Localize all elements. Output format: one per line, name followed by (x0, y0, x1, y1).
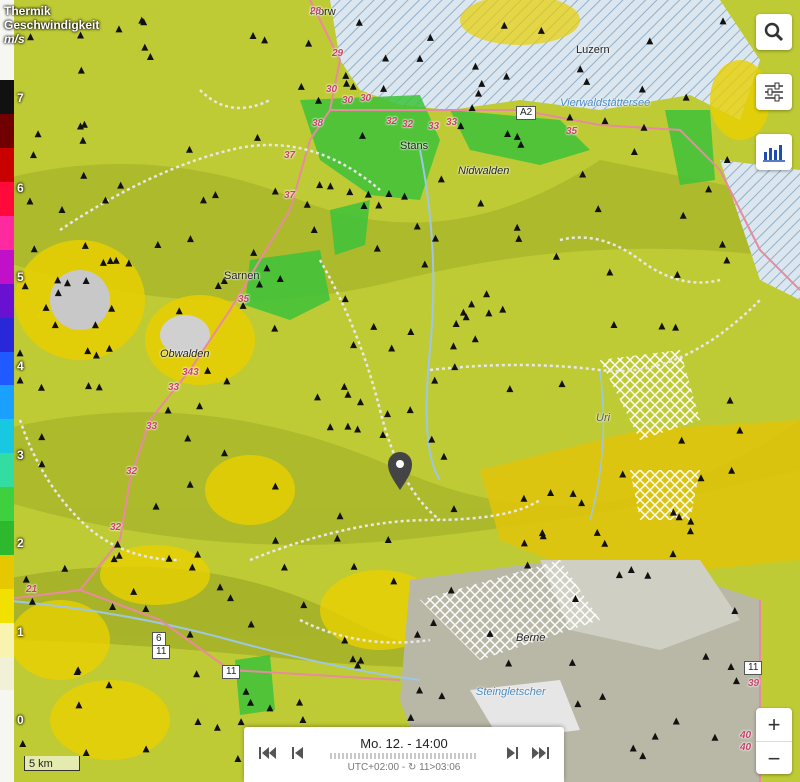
step-forward-icon (507, 747, 518, 759)
place-uri: Uri (596, 412, 611, 424)
legend-tick-3: 3 (17, 448, 24, 462)
place-berne: Berne (516, 632, 546, 644)
road-shield-11: 11 (152, 645, 171, 659)
road-number: 33 (146, 421, 158, 432)
road-shield-11: 11 (222, 665, 241, 679)
skip-back-icon (259, 747, 276, 759)
road-number: 35 (566, 126, 578, 137)
sliders-icon (765, 82, 783, 102)
timezone-label: UTC+02:00 - (347, 762, 408, 773)
place-luzern: Luzern (576, 44, 610, 56)
road-number: 32 (402, 119, 414, 130)
timeline-track[interactable] (330, 753, 478, 759)
next-frame-button[interactable] (500, 741, 524, 765)
legend-color-band (0, 317, 14, 352)
legend-color-band (0, 554, 14, 589)
road-number: 33 (428, 121, 440, 132)
chart-button[interactable] (756, 134, 792, 170)
legend-color-band (0, 249, 14, 284)
legend-tick-7: 7 (17, 91, 24, 105)
road-number: 343 (182, 367, 199, 378)
road-shield-6: 6 (152, 632, 166, 646)
place-nidwalden: Nidwalden (458, 165, 510, 177)
legend-color-band (0, 181, 14, 217)
road-number: 39 (748, 678, 760, 689)
road-number: 40 (740, 742, 752, 753)
legend-color-band (0, 147, 14, 183)
legend-unit: m/s (4, 32, 25, 46)
road-number: 32 (126, 466, 138, 477)
scale-bar: 5 km (24, 756, 80, 771)
legend-color-band (0, 215, 14, 250)
previous-frame-button[interactable] (286, 741, 310, 765)
update-time: 11>03:06 (419, 762, 461, 773)
road-number: 30 (342, 95, 354, 106)
road-number: 33 (446, 117, 458, 128)
legend-color-band (0, 622, 14, 657)
legend-color-band (0, 656, 14, 691)
legend-color-band (0, 80, 14, 115)
road-shield-a2: A2 (516, 106, 537, 120)
legend-title-line1: Thermik (4, 4, 51, 18)
legend-title: Thermik Geschwindigkeit m/s (4, 4, 99, 46)
legend-color-band (0, 351, 14, 386)
place-vierwaldstaettersee: Vierwaldstättersee (560, 97, 651, 109)
legend-tick-6: 6 (17, 181, 24, 195)
step-back-icon (292, 747, 303, 759)
zoom-control: + − (756, 708, 792, 774)
road-number: 32 (386, 116, 398, 127)
road-number: 40 (740, 730, 752, 741)
refresh-icon: ↻ (407, 762, 417, 773)
road-number: 30 (326, 84, 338, 95)
legend-tick-4: 4 (17, 359, 24, 373)
bar-chart-icon (763, 145, 785, 162)
place-sarnen: Sarnen (224, 270, 260, 282)
road-number: 38 (312, 118, 324, 129)
road-number: 35 (238, 294, 250, 305)
legend-bar (0, 0, 14, 782)
skip-forward-icon (532, 747, 549, 759)
zoom-in-button[interactable]: + (756, 708, 792, 742)
legend-color-band (0, 452, 14, 488)
road-number: 37 (284, 190, 296, 201)
map-canvas[interactable] (0, 0, 800, 782)
legend-tick-5: 5 (17, 270, 24, 284)
time-info: UTC+02:00 - ↻ 11>03:06 (324, 762, 484, 773)
legend-color-band (0, 385, 14, 420)
place-obwalden: Obwalden (160, 348, 210, 360)
legend-tick-2: 2 (17, 536, 24, 550)
time-bar: Mo. 12. - 14:00 UTC+02:00 - ↻ 11>03:06 (244, 727, 564, 782)
road-number: 32 (110, 522, 122, 533)
road-number: 21 (26, 584, 38, 595)
road-number: 37 (284, 150, 296, 161)
legend-tick-0: 0 (17, 713, 24, 727)
road-shield-11: 11 (744, 661, 763, 675)
legend-tick-1: 1 (17, 625, 24, 639)
first-frame-button[interactable] (256, 741, 280, 765)
settings-button[interactable] (756, 74, 792, 110)
road-number: 30 (360, 93, 372, 104)
legend-color-band (0, 113, 14, 149)
road-number: 28 (310, 6, 322, 17)
road-number: 33 (168, 382, 180, 393)
place-steingletscher: Steingletscher (476, 686, 546, 698)
search-icon (764, 22, 784, 42)
zoom-out-button[interactable]: − (756, 742, 792, 775)
road-number: 29 (332, 48, 344, 59)
legend-color-band (0, 520, 14, 555)
legend-color-band (0, 588, 14, 623)
last-frame-button[interactable] (528, 741, 552, 765)
search-button[interactable] (756, 14, 792, 50)
legend-title-line2: Geschwindigkeit (4, 18, 100, 32)
legend-color-band (0, 486, 14, 522)
legend-color-band (0, 283, 14, 318)
legend-color-band (0, 418, 14, 454)
current-time: Mo. 12. - 14:00 (360, 736, 448, 751)
place-stans: Stans (400, 140, 429, 152)
